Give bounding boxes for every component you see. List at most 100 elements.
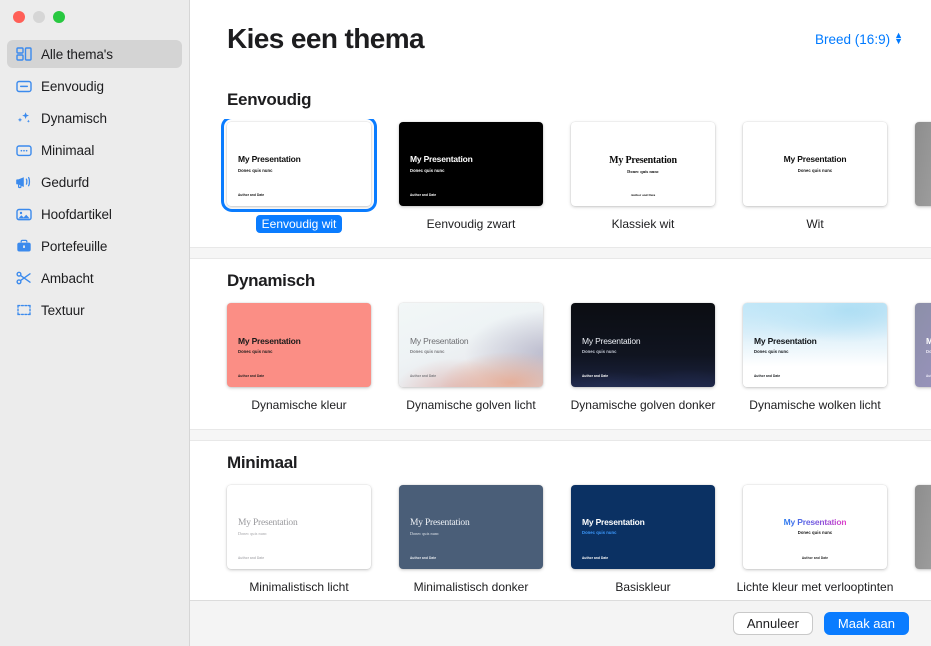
sidebar-item-label: Ambacht [41,270,94,286]
theme-thumbnail-wrap: My Presentation Donec quis nunc Author a… [396,300,546,390]
theme-card-dynamische-golven-donker[interactable]: My Presentation Donec quis nunc Author a… [568,300,718,414]
sidebar-item-hoofdartikel[interactable]: Hoofdartikel [7,200,182,228]
slide-footer: Author and Date [410,555,437,560]
slide-footer: Author and Date [926,374,931,379]
cancel-button[interactable]: Annuleer [732,612,813,635]
theme-card-eenvoudig-zwart[interactable]: My Presentation Donec quis nunc Author a… [396,119,546,233]
theme-thumbnail: My Presentation Donec quis nunc [743,122,887,206]
slide-subtitle: Donec quis nunc [410,349,445,355]
theme-label: Dynamische golven donker [570,398,716,413]
photo-icon [15,206,32,223]
sidebar-item-dynamisch[interactable]: Dynamisch [7,104,182,132]
theme-label: Lichte kleur met verlooptinten [736,579,894,594]
section-title: Eenvoudig [227,90,312,109]
theme-label: Minimalistisch donker [413,579,529,594]
slide-footer: Author and Date [410,374,437,379]
theme-thumbnail: My Presentation Donec quis nunc Author a… [227,484,371,569]
theme-thumbnail: My Presentation Donec quis nunc Author a… [227,303,371,388]
create-button[interactable]: Maak aan [823,612,909,635]
theme-row: My Presentation Donec quis nunc Author a… [190,119,931,247]
theme-card-partial[interactable] [912,482,931,596]
theme-card-partial[interactable]: My Presentation Donec quis nunc Author a… [912,300,931,414]
slide-subtitle: Donec quis nunc [238,167,273,173]
theme-thumbnail-wrap: My Presentation Donec quis nunc Author a… [224,119,374,209]
theme-label: Minimalistisch licht [249,579,349,594]
theme-section-eenvoudig: Eenvoudig My Presentation Donec quis nun… [190,78,931,248]
keynote-theme-chooser-window: Alle thema's Eenvoudig Dynamisch Minimaa… [0,0,931,646]
sidebar-item-gedurfd[interactable]: Gedurfd [7,168,182,196]
slide-title: My Presentation [582,517,645,528]
chevron-up-down-icon: ▲ ▼ [894,30,903,46]
close-window-icon[interactable] [13,11,25,23]
sidebar-item-alle-themas[interactable]: Alle thema's [7,40,182,68]
theme-label: Eenvoudig wit [255,215,343,234]
maximize-window-icon[interactable] [53,11,65,23]
slide-subtitle: Donec quis nunc [410,167,445,173]
slide-footer: Author and Date [410,193,437,197]
theme-thumbnail-wrap: My Presentation Donec quis nunc Author a… [224,482,374,572]
scissors-icon [15,270,32,287]
sidebar-item-portefeuille[interactable]: Portefeuille [7,232,182,260]
theme-card-minimalistisch-licht[interactable]: My Presentation Donec quis nunc Author a… [224,482,374,596]
slide-subtitle: Donec quis nunc [238,349,273,355]
theme-label: Dynamische golven licht [406,398,536,413]
theme-label: Eenvoudig zwart [426,217,516,231]
sidebar-item-eenvoudig[interactable]: Eenvoudig [7,72,182,100]
slide-title: My Presentation [582,335,641,346]
window-traffic-lights [0,0,189,34]
slide-subtitle: Donec quis nunc [410,530,439,536]
slide-title: My Presentation [609,154,677,166]
theme-thumbnail: My Presentation Donec quis nunc Author a… [743,303,887,388]
slide-subtitle: Donec quis nunc [627,168,659,174]
theme-card-wit[interactable]: My Presentation Donec quis nunc Wit [740,119,890,233]
sidebar-item-ambacht[interactable]: Ambacht [7,264,182,292]
theme-label: Dynamische kleur [251,398,347,413]
slide-footer: Author and Date [238,374,265,379]
slide-preview: My Presentation Donec quis nunc Author a… [571,122,715,206]
slide-footer: Author and Date [238,193,265,197]
sidebar-item-minimaal[interactable]: Minimaal [7,136,182,164]
theme-card-eenvoudig-wit[interactable]: My Presentation Donec quis nunc Author a… [224,119,374,234]
sidebar-nav: Alle thema's Eenvoudig Dynamisch Minimaa… [0,34,189,328]
theme-thumbnail-wrap [912,482,931,572]
theme-card-dynamische-kleur[interactable]: My Presentation Donec quis nunc Author a… [224,300,374,414]
slide-title: My Presentation [238,335,301,346]
theme-thumbnail: My Presentation Donec quis nunc Author a… [399,122,543,206]
slide-subtitle: Donec quis nunc [754,349,789,355]
theme-card-dynamische-wolken-licht[interactable]: My Presentation Donec quis nunc Author a… [740,300,890,414]
theme-card-dynamische-golven-licht[interactable]: My Presentation Donec quis nunc Author a… [396,300,546,414]
minimize-window-icon[interactable] [33,11,45,23]
theme-thumbnail: My Presentation Donec quis nunc Author a… [399,303,543,388]
theme-thumbnail: My Presentation Donec quis nunc Author a… [227,122,371,206]
theme-card-lichte-kleur-met-verlooptinten[interactable]: My Presentation Donec quis nunc Author a… [737,482,893,596]
slide-title: My Presentation [410,154,473,165]
briefcase-icon [15,238,32,255]
sparkles-icon [15,110,32,127]
sidebar-item-label: Minimaal [41,142,95,158]
section-title: Dynamisch [227,271,316,291]
slide-footer: Author and Date [754,374,781,379]
theme-thumbnail: My Presentation Donec quis nunc Author a… [571,122,715,206]
theme-card-basiskleur[interactable]: My Presentation Donec quis nunc Author a… [568,482,718,596]
theme-thumbnail-wrap: My Presentation Donec quis nunc Author a… [568,300,718,390]
theme-label: Klassiek wit [611,217,675,231]
theme-card-partial[interactable] [912,119,931,233]
theme-thumbnail-wrap: My Presentation Donec quis nunc Author a… [740,300,890,390]
theme-row: My Presentation Donec quis nunc Author a… [190,482,931,600]
aspect-ratio-dropdown[interactable]: Breed (16:9) ▲ ▼ [815,30,903,46]
theme-thumbnail [915,484,931,569]
sidebar-item-textuur[interactable]: Textuur [7,296,182,324]
slide-title: My Presentation [783,154,847,165]
section-divider [190,247,931,260]
theme-card-klassiek-wit[interactable]: My Presentation Donec quis nunc Author a… [568,119,718,233]
slide-subtitle: Donec quis nunc [926,349,931,355]
theme-section-minimaal: Minimaal My Presentation Donec quis nunc… [190,440,931,600]
theme-thumbnail-wrap: My Presentation Donec quis nunc Author a… [912,300,931,390]
sidebar-item-label: Alle thema's [41,46,113,62]
theme-card-minimalistisch-donker[interactable]: My Presentation Donec quis nunc Author a… [396,482,546,596]
theme-scroll-area[interactable]: Eenvoudig My Presentation Donec quis nun… [190,78,931,600]
theme-label: Wit [806,217,824,231]
slide-title: My Presentation [410,517,470,528]
sidebar-item-label: Gedurfd [41,174,90,190]
theme-thumbnail-wrap: My Presentation Donec quis nunc Author a… [740,482,890,572]
